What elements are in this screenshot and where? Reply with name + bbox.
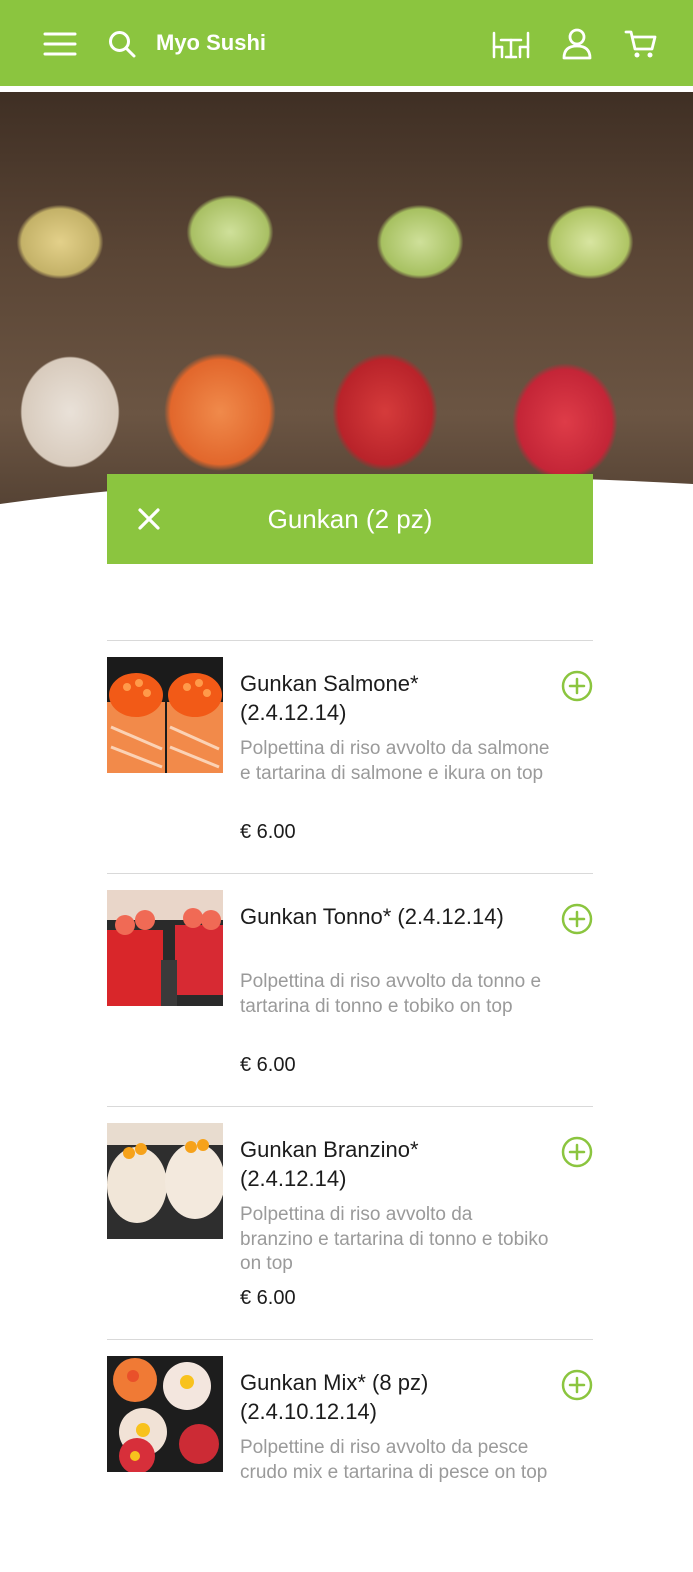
product-image — [107, 1123, 223, 1239]
product-item[interactable]: Gunkan Mix* (8 pz) (2.4.10.12.14) Polpet… — [107, 1339, 593, 1572]
close-icon[interactable] — [133, 503, 165, 535]
category-banner: Gunkan (2 pz) — [107, 474, 593, 564]
product-item[interactable]: Gunkan Salmone* (2.4.12.14) Polpettina d… — [107, 640, 593, 873]
menu-icon[interactable] — [42, 26, 78, 62]
product-description: Polpettine di riso avvolto da pesce crud… — [240, 1437, 548, 1483]
product-item[interactable]: Gunkan Tonno* (2.4.12.14) Polpettina di … — [107, 873, 593, 1106]
add-circle-icon[interactable] — [561, 1369, 593, 1401]
product-image — [107, 890, 223, 1006]
product-name: Gunkan Mix* (8 pz) (2.4.10.12.14) — [240, 1370, 429, 1424]
product-item[interactable]: Gunkan Branzino* (2.4.12.14) Polpettina … — [107, 1106, 593, 1339]
user-icon[interactable] — [559, 26, 595, 62]
product-name: Gunkan Salmone* (2.4.12.14) — [240, 671, 419, 725]
add-circle-icon[interactable] — [561, 903, 593, 935]
add-circle-icon[interactable] — [561, 670, 593, 702]
category-title: Gunkan (2 pz) — [267, 503, 433, 534]
product-price: € 6.00 — [240, 821, 296, 843]
product-name: Gunkan Tonno* (2.4.12.14) — [240, 904, 504, 929]
product-description: Polpettina di riso avvolto da salmone e … — [240, 738, 550, 784]
product-image — [107, 1356, 223, 1472]
cart-icon[interactable] — [623, 26, 659, 62]
product-name: Gunkan Branzino* (2.4.12.14) — [240, 1137, 419, 1191]
top-bar: Myo Sushi — [0, 0, 693, 86]
product-description: Polpettina di riso avvolto da branzino e… — [240, 1204, 549, 1274]
table-icon[interactable] — [491, 26, 531, 62]
product-image — [107, 657, 223, 773]
brand-name[interactable]: Myo Sushi — [156, 30, 266, 56]
search-icon[interactable] — [104, 26, 140, 62]
product-list: Gunkan Salmone* (2.4.12.14) Polpettina d… — [107, 640, 593, 1572]
product-price: € 6.00 — [240, 1054, 296, 1076]
product-price: € 6.00 — [240, 1287, 296, 1309]
add-circle-icon[interactable] — [561, 1136, 593, 1168]
product-description: Polpettina di riso avvolto da tonno e ta… — [240, 971, 542, 1017]
